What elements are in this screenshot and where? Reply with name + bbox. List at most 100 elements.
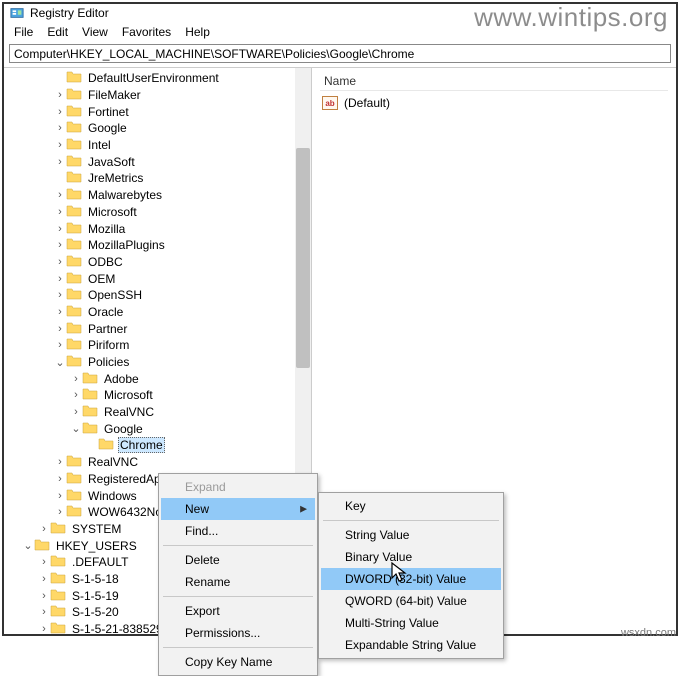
- ctx-new-multistring[interactable]: Multi-String Value: [321, 612, 501, 634]
- ctx-delete[interactable]: Delete: [161, 549, 315, 571]
- expand-icon[interactable]: ›: [38, 523, 50, 535]
- collapse-icon[interactable]: ⌄: [54, 356, 66, 369]
- ctx-export[interactable]: Export: [161, 600, 315, 622]
- expand-icon[interactable]: ›: [54, 273, 66, 285]
- address-bar[interactable]: Computer\HKEY_LOCAL_MACHINE\SOFTWARE\Pol…: [9, 44, 671, 63]
- folder-icon: [66, 137, 86, 153]
- expand-icon[interactable]: ›: [54, 106, 66, 118]
- expand-icon[interactable]: ›: [38, 556, 50, 568]
- tree-item[interactable]: ›RealVNC: [6, 404, 311, 421]
- folder-icon: [82, 404, 102, 420]
- tree-item[interactable]: ›Oracle: [6, 304, 311, 321]
- tree-item[interactable]: ›OEM: [6, 270, 311, 287]
- expand-icon[interactable]: ›: [54, 239, 66, 251]
- expand-icon[interactable]: ›: [54, 306, 66, 318]
- expand-icon[interactable]: ›: [54, 89, 66, 101]
- expand-icon[interactable]: ›: [54, 473, 66, 485]
- expand-icon[interactable]: ›: [54, 122, 66, 134]
- tree-item[interactable]: Chrome: [6, 437, 311, 454]
- tree-item[interactable]: ›MozillaPlugins: [6, 237, 311, 254]
- expand-icon[interactable]: ›: [54, 339, 66, 351]
- tree-item-label: Google: [86, 121, 129, 135]
- tree-item[interactable]: ›Microsoft: [6, 204, 311, 221]
- expand-icon[interactable]: ›: [54, 156, 66, 168]
- tree-item[interactable]: DefaultUserEnvironment: [6, 70, 311, 87]
- tree-item[interactable]: ›Piriform: [6, 337, 311, 354]
- ctx-new[interactable]: New ▶: [161, 498, 315, 520]
- expand-icon[interactable]: ›: [54, 223, 66, 235]
- folder-icon: [66, 254, 86, 270]
- expand-icon[interactable]: ›: [38, 606, 50, 618]
- folder-icon: [66, 170, 86, 186]
- ctx-expand[interactable]: Expand: [161, 476, 315, 498]
- tree-item[interactable]: ⌄Policies: [6, 354, 311, 371]
- expand-icon[interactable]: ›: [38, 590, 50, 602]
- folder-icon: [66, 354, 86, 370]
- expand-icon[interactable]: ›: [54, 256, 66, 268]
- menubar: File Edit View Favorites Help: [4, 22, 676, 42]
- folder-icon: [66, 304, 86, 320]
- tree-item[interactable]: ›Partner: [6, 320, 311, 337]
- expand-icon[interactable]: ›: [54, 456, 66, 468]
- expand-icon[interactable]: ›: [54, 506, 66, 518]
- menu-file[interactable]: File: [8, 23, 39, 41]
- tree-item[interactable]: › Mozilla: [6, 220, 311, 237]
- folder-icon: [66, 154, 86, 170]
- menu-help[interactable]: Help: [179, 23, 216, 41]
- expand-icon[interactable]: ›: [70, 406, 82, 418]
- expand-icon[interactable]: ›: [70, 373, 82, 385]
- tree-item[interactable]: ›RealVNC: [6, 454, 311, 471]
- column-header-name[interactable]: Name: [320, 72, 668, 91]
- menu-edit[interactable]: Edit: [41, 23, 74, 41]
- tree-item[interactable]: › Fortinet: [6, 103, 311, 120]
- menu-favorites[interactable]: Favorites: [116, 23, 177, 41]
- scrollbar-thumb[interactable]: [296, 148, 310, 368]
- tree-item[interactable]: JreMetrics: [6, 170, 311, 187]
- expand-icon[interactable]: ›: [38, 573, 50, 585]
- expand-icon[interactable]: ›: [54, 289, 66, 301]
- collapse-icon[interactable]: ⌄: [70, 422, 82, 435]
- ctx-copy-key-name[interactable]: Copy Key Name: [161, 651, 315, 673]
- ctx-new-key[interactable]: Key: [321, 495, 501, 517]
- tree-item[interactable]: ›OpenSSH: [6, 287, 311, 304]
- ctx-new-string[interactable]: String Value: [321, 524, 501, 546]
- window-title: Registry Editor: [30, 6, 109, 20]
- ctx-new-dword[interactable]: DWORD (32-bit) Value: [321, 568, 501, 590]
- ctx-new-expandstring[interactable]: Expandable String Value: [321, 634, 501, 656]
- tree-item[interactable]: ›Adobe: [6, 370, 311, 387]
- tree-item[interactable]: › ODBC: [6, 254, 311, 271]
- ctx-rename[interactable]: Rename: [161, 571, 315, 593]
- expand-icon[interactable]: ›: [54, 139, 66, 151]
- tree-item-label: ODBC: [86, 255, 125, 269]
- tree-item[interactable]: ›Malwarebytes: [6, 187, 311, 204]
- tree-item-label: Mozilla: [86, 222, 127, 236]
- ctx-permissions[interactable]: Permissions...: [161, 622, 315, 644]
- folder-icon: [82, 387, 102, 403]
- address-text: Computer\HKEY_LOCAL_MACHINE\SOFTWARE\Pol…: [14, 47, 414, 61]
- tree-item[interactable]: › Google: [6, 120, 311, 137]
- folder-icon: [66, 237, 86, 253]
- ctx-find[interactable]: Find...: [161, 520, 315, 542]
- expand-icon[interactable]: ›: [54, 189, 66, 201]
- tree-item[interactable]: ›FileMaker: [6, 87, 311, 104]
- expand-icon[interactable]: ›: [54, 206, 66, 218]
- expand-icon[interactable]: ›: [54, 490, 66, 502]
- expand-icon[interactable]: ›: [70, 389, 82, 401]
- tree-item[interactable]: ⌄Google: [6, 420, 311, 437]
- collapse-icon[interactable]: ⌄: [22, 539, 34, 552]
- expand-icon[interactable]: ›: [38, 623, 50, 634]
- tree-item-label: WOW6432No: [86, 505, 164, 519]
- tree-item[interactable]: ›JavaSoft: [6, 153, 311, 170]
- value-label: (Default): [344, 96, 390, 110]
- tree-item[interactable]: ›Intel: [6, 137, 311, 154]
- value-default[interactable]: ab (Default): [320, 95, 668, 111]
- tree-item[interactable]: › Microsoft: [6, 387, 311, 404]
- expand-icon[interactable]: ›: [54, 323, 66, 335]
- ctx-separator: [163, 545, 313, 546]
- tree-item-label: Fortinet: [86, 105, 131, 119]
- tree-item-label: SYSTEM: [70, 522, 123, 536]
- menu-view[interactable]: View: [76, 23, 114, 41]
- tree-item-label: Microsoft: [102, 388, 155, 402]
- ctx-new-qword[interactable]: QWORD (64-bit) Value: [321, 590, 501, 612]
- ctx-new-binary[interactable]: Binary Value: [321, 546, 501, 568]
